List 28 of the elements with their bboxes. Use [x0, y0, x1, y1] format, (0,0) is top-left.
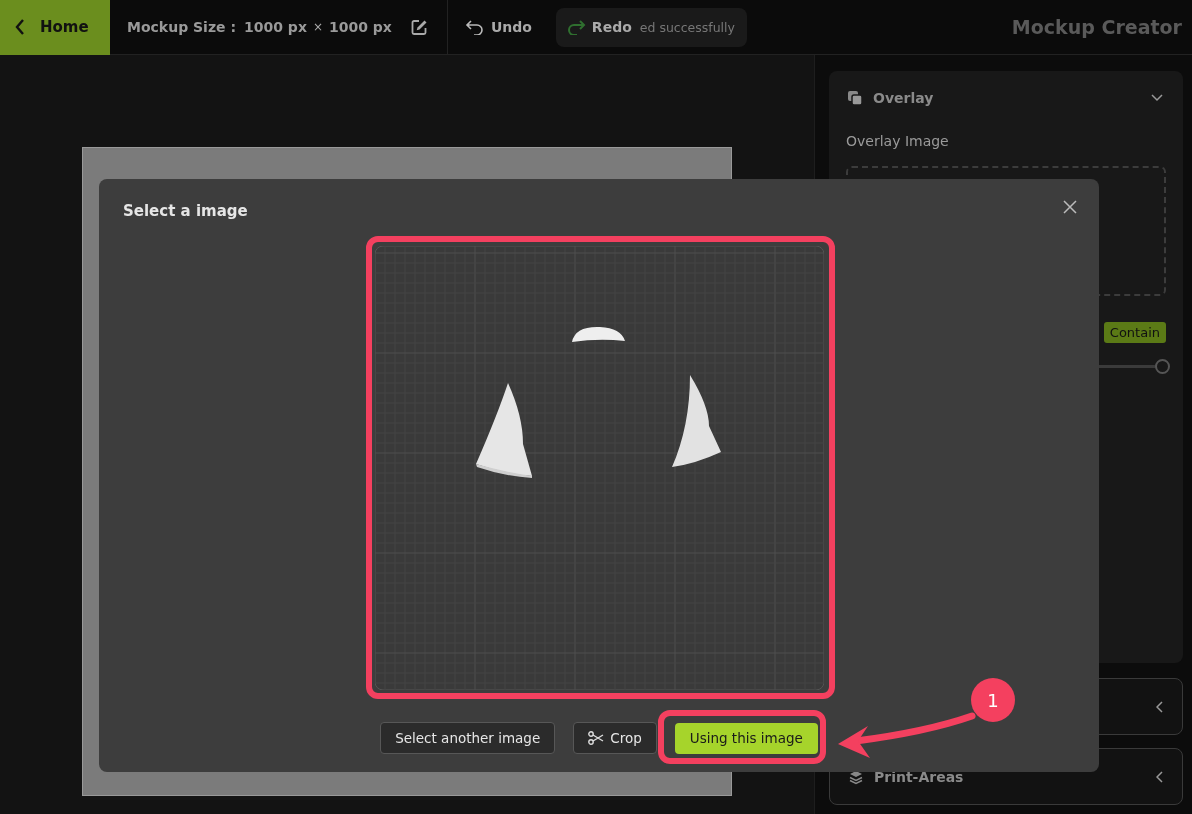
- close-icon[interactable]: [1063, 200, 1077, 214]
- height-value: 1000 px: [329, 19, 392, 35]
- chevron-left-icon[interactable]: [1156, 700, 1164, 713]
- home-button[interactable]: Home: [0, 0, 110, 55]
- undo-button[interactable]: Undo: [464, 19, 532, 35]
- chevron-left-icon[interactable]: [1156, 770, 1164, 783]
- back-icon: [14, 18, 26, 36]
- width-value: 1000 px: [244, 19, 307, 35]
- edit-icon[interactable]: [410, 18, 428, 36]
- layers-icon: [847, 90, 863, 106]
- slider-thumb[interactable]: [1155, 359, 1170, 374]
- dialog-title: Select a image: [123, 202, 248, 222]
- crop-button[interactable]: Crop: [573, 722, 657, 754]
- redo-button[interactable]: Redo: [565, 19, 632, 35]
- undo-icon: [464, 19, 485, 35]
- scissors-icon: [588, 731, 605, 745]
- app-title: Mockup Creator: [1011, 16, 1182, 38]
- use-image-button[interactable]: Using this image: [674, 722, 818, 754]
- redo-icon: [565, 19, 586, 35]
- panel-title[interactable]: Overlay: [873, 90, 934, 106]
- panel-title[interactable]: Print-Areas: [874, 768, 964, 785]
- select-image-button[interactable]: Select another image: [380, 722, 556, 754]
- contain-button[interactable]: Contain: [1103, 322, 1166, 343]
- times-sign: ×: [312, 20, 323, 34]
- toast-message: ed successfully: [639, 19, 735, 35]
- field-label: Overlay Image: [846, 133, 950, 149]
- chevron-down-icon[interactable]: [1151, 94, 1163, 102]
- size-label: Mockup Size :: [127, 19, 237, 35]
